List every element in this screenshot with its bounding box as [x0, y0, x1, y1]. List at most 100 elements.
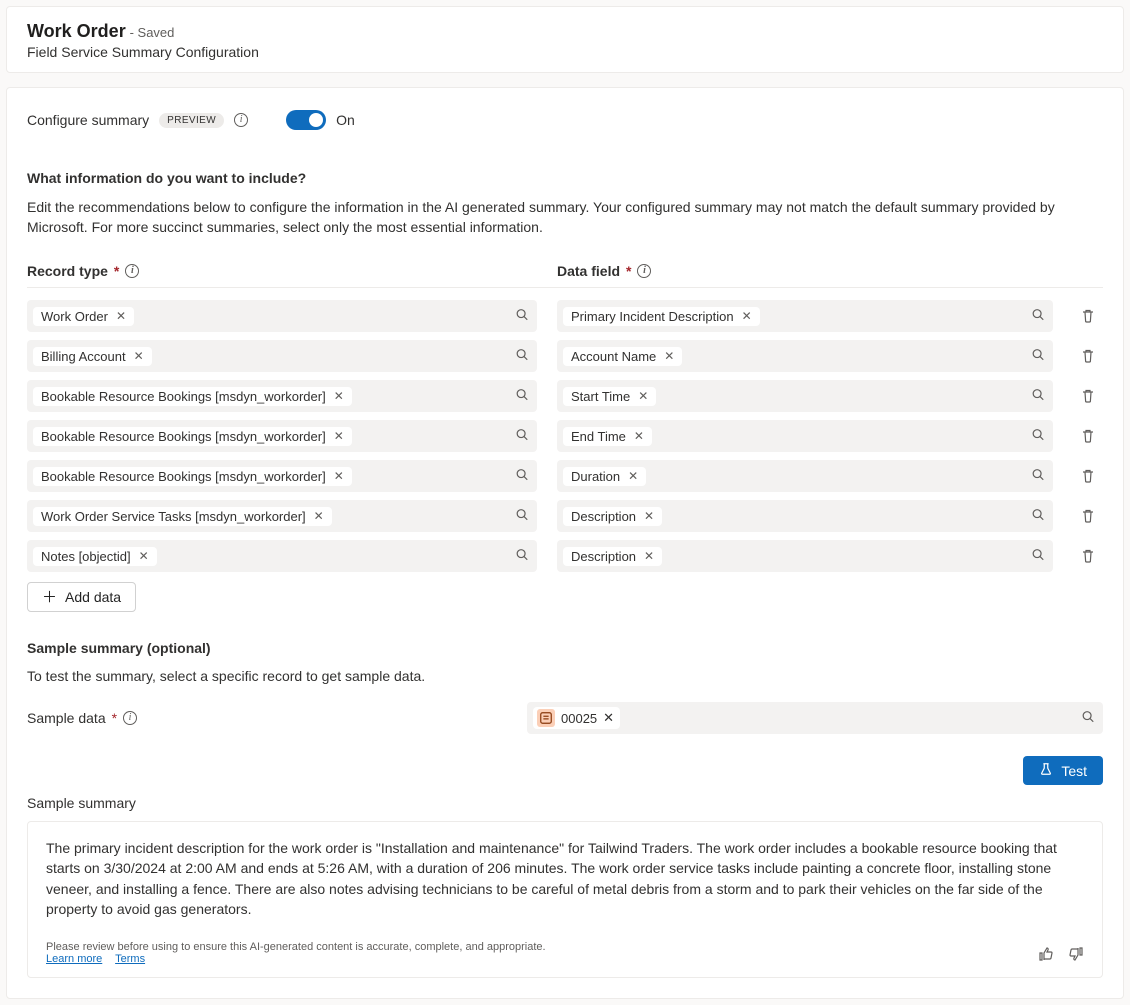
record-type-lookup[interactable]: Billing Account ✕	[27, 340, 537, 372]
data-field-lookup[interactable]: Duration✕	[557, 460, 1053, 492]
configure-summary-toggle[interactable]	[286, 110, 326, 130]
data-field-chip[interactable]: End Time✕	[563, 427, 652, 446]
record-type-lookup[interactable]: Work Order Service Tasks [msdyn_workorde…	[27, 500, 537, 532]
remove-chip-icon[interactable]: ✕	[632, 429, 646, 443]
data-row: Work Order Service Tasks [msdyn_workorde…	[27, 500, 1103, 532]
delete-row-button[interactable]	[1073, 508, 1103, 524]
sample-summary-text: The primary incident description for the…	[46, 838, 1084, 919]
search-icon[interactable]	[1031, 308, 1045, 325]
search-icon[interactable]	[1031, 508, 1045, 525]
search-icon[interactable]	[1031, 548, 1045, 565]
data-field-chip[interactable]: Duration✕	[563, 467, 646, 486]
data-row: Work Order✕Primary Incident Description✕	[27, 300, 1103, 332]
remove-chip-icon[interactable]: ✕	[132, 349, 146, 363]
search-icon[interactable]	[515, 508, 529, 525]
record-type-chip[interactable]: Bookable Resource Bookings [msdyn_workor…	[33, 427, 352, 446]
search-icon[interactable]	[515, 388, 529, 405]
search-icon[interactable]	[515, 548, 529, 565]
remove-chip-icon[interactable]: ✕	[603, 710, 614, 726]
section-help-text: Edit the recommendations below to config…	[27, 198, 1103, 237]
data-field-lookup[interactable]: Account Name✕	[557, 340, 1053, 372]
data-field-chip[interactable]: Primary Incident Description✕	[563, 307, 760, 326]
info-icon[interactable]: i	[637, 264, 651, 278]
delete-row-button[interactable]	[1073, 548, 1103, 564]
sample-data-label: Sample data * i	[27, 710, 527, 726]
remove-chip-icon[interactable]: ✕	[642, 549, 656, 563]
info-icon[interactable]: i	[234, 113, 248, 127]
terms-link[interactable]: Terms	[115, 953, 145, 965]
chip-label: Start Time	[571, 389, 630, 404]
record-type-lookup[interactable]: Bookable Resource Bookings [msdyn_workor…	[27, 460, 537, 492]
delete-row-button[interactable]	[1073, 348, 1103, 364]
record-type-chip[interactable]: Work Order ✕	[33, 307, 134, 326]
search-icon[interactable]	[1081, 710, 1095, 727]
record-type-chip[interactable]: Work Order Service Tasks [msdyn_workorde…	[33, 507, 332, 526]
sample-record-chip[interactable]: 00025 ✕	[533, 707, 620, 729]
data-rows: Work Order✕Primary Incident Description✕…	[27, 300, 1103, 572]
thumbs-down-icon[interactable]	[1068, 946, 1084, 965]
chip-label: Work Order	[41, 309, 108, 324]
record-type-chip[interactable]: Bookable Resource Bookings [msdyn_workor…	[33, 467, 352, 486]
section-question: What information do you want to include?	[27, 170, 1103, 186]
info-icon[interactable]: i	[125, 264, 139, 278]
data-field-chip[interactable]: Start Time ✕	[563, 387, 656, 406]
data-field-lookup[interactable]: Primary Incident Description✕	[557, 300, 1053, 332]
page-title: Work Order	[27, 21, 126, 41]
test-button[interactable]: Test	[1023, 756, 1103, 785]
chip-label: Description	[571, 509, 636, 524]
remove-chip-icon[interactable]: ✕	[332, 429, 346, 443]
remove-chip-icon[interactable]: ✕	[626, 469, 640, 483]
search-icon[interactable]	[1031, 468, 1045, 485]
sample-summary-label: Sample summary	[27, 795, 1103, 811]
delete-row-button[interactable]	[1073, 388, 1103, 404]
data-field-lookup[interactable]: Start Time ✕	[557, 380, 1053, 412]
search-icon[interactable]	[515, 348, 529, 365]
search-icon[interactable]	[1031, 348, 1045, 365]
remove-chip-icon[interactable]: ✕	[312, 509, 326, 523]
search-icon[interactable]	[515, 308, 529, 325]
required-asterisk: *	[114, 263, 119, 279]
data-field-lookup[interactable]: Description✕	[557, 540, 1053, 572]
record-type-chip[interactable]: Billing Account ✕	[33, 347, 152, 366]
remove-chip-icon[interactable]: ✕	[662, 349, 676, 363]
data-field-chip[interactable]: Description ✕	[563, 507, 662, 526]
data-field-lookup[interactable]: Description ✕	[557, 500, 1053, 532]
data-row: Billing Account✕Account Name✕	[27, 340, 1103, 372]
remove-chip-icon[interactable]: ✕	[137, 549, 151, 563]
sample-summary-box: The primary incident description for the…	[27, 821, 1103, 978]
record-type-lookup[interactable]: Notes [objectid]✕	[27, 540, 537, 572]
remove-chip-icon[interactable]: ✕	[740, 309, 754, 323]
search-icon[interactable]	[1031, 428, 1045, 445]
remove-chip-icon[interactable]: ✕	[332, 469, 346, 483]
add-data-button[interactable]: ＋ Add data	[27, 582, 136, 612]
data-field-chip[interactable]: Account Name✕	[563, 347, 682, 366]
delete-row-button[interactable]	[1073, 308, 1103, 324]
delete-row-button[interactable]	[1073, 468, 1103, 484]
ai-disclaimer: Please review before using to ensure thi…	[46, 941, 546, 965]
data-row: Bookable Resource Bookings [msdyn_workor…	[27, 420, 1103, 452]
record-type-lookup[interactable]: Work Order ✕	[27, 300, 537, 332]
remove-chip-icon[interactable]: ✕	[114, 309, 128, 323]
delete-row-button[interactable]	[1073, 428, 1103, 444]
record-type-lookup[interactable]: Bookable Resource Bookings [msdyn_workor…	[27, 420, 537, 452]
chip-label: Bookable Resource Bookings [msdyn_workor…	[41, 389, 326, 404]
record-type-chip[interactable]: Notes [objectid]✕	[33, 547, 157, 566]
thumbs-up-icon[interactable]	[1038, 946, 1054, 965]
search-icon[interactable]	[1031, 388, 1045, 405]
learn-more-link[interactable]: Learn more	[46, 953, 102, 965]
data-field-lookup[interactable]: End Time✕	[557, 420, 1053, 452]
columns-header: Record type * i Data field * i	[27, 263, 1103, 288]
remove-chip-icon[interactable]: ✕	[642, 509, 656, 523]
sample-summary-section: Sample summary (optional) To test the su…	[27, 640, 1103, 978]
remove-chip-icon[interactable]: ✕	[636, 389, 650, 403]
chip-label: Billing Account	[41, 349, 126, 364]
remove-chip-icon[interactable]: ✕	[332, 389, 346, 403]
record-type-chip[interactable]: Bookable Resource Bookings [msdyn_workor…	[33, 387, 352, 406]
search-icon[interactable]	[515, 428, 529, 445]
plus-icon: ＋	[42, 590, 57, 605]
search-icon[interactable]	[515, 468, 529, 485]
data-field-chip[interactable]: Description✕	[563, 547, 662, 566]
info-icon[interactable]: i	[123, 711, 137, 725]
sample-data-lookup[interactable]: 00025 ✕	[527, 702, 1103, 734]
record-type-lookup[interactable]: Bookable Resource Bookings [msdyn_workor…	[27, 380, 537, 412]
